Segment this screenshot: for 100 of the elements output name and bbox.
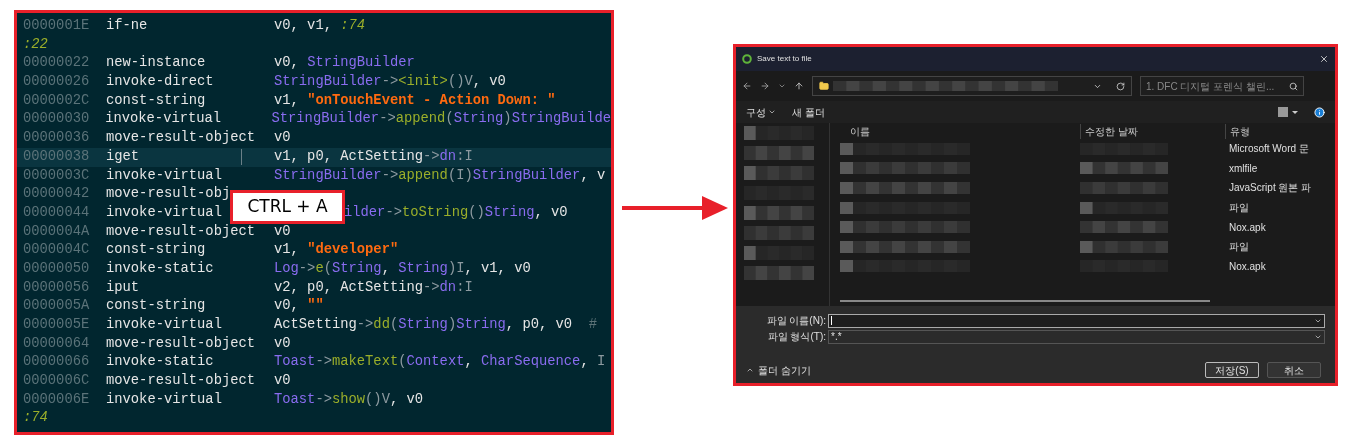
line-address: 0000004C [23,241,91,260]
operands: v1, "developer" [274,241,399,260]
operands: v0, StringBuilder [274,54,415,73]
close-icon[interactable] [1319,54,1329,64]
pixelated-folder [744,206,814,220]
line-address: 0000005A [23,297,91,316]
up-icon[interactable] [794,81,804,91]
line-address: 00000064 [23,334,91,353]
back-icon[interactable] [742,81,752,91]
line-address: 00000042 [23,185,91,204]
text-cursor [241,149,242,166]
line-address: 00000038 [23,147,91,166]
operands: ilder->toString()String, v0 [344,203,568,222]
cancel-button[interactable]: 취소 [1267,362,1321,378]
opcode: invoke-virtual [106,390,222,409]
opcode: move-result-object [106,372,256,391]
operands: v1, p0, ActSetting->dn:I [274,147,473,166]
operands: v0 [274,129,291,148]
refresh-icon[interactable] [1116,81,1125,91]
line-address: 00000056 [23,278,91,297]
field-label: 파일 이름(N): [765,314,826,328]
opcode: invoke-static [106,353,214,372]
file-name-field[interactable] [828,313,1325,328]
line-address: 00000044 [23,203,91,222]
field-label: 파일 형식(T): [766,330,826,344]
opcode: move-result-object [106,129,256,148]
code-label: :74 [23,410,48,426]
folder-icon [819,81,829,91]
operands: v0, "" [274,297,324,316]
column-header[interactable]: 이름 [830,123,1080,139]
opcode: move-result-object [106,334,256,353]
opcode: new-instance [106,54,206,73]
operands: v0 [274,222,291,241]
app-icon [742,54,752,64]
search-icon [1289,81,1298,91]
opcode: iget [106,147,140,166]
operands: v0, v1, :74 [274,17,366,35]
pixelated-folder [744,226,814,240]
line-address: 0000003C [23,166,91,185]
window-title: Save text to file [757,53,812,65]
operands: Log->e(String, String)I, v1, v0 [274,259,531,278]
column-header[interactable]: 수정한 날짜 [1080,123,1225,139]
line-address: 0000006C [23,372,91,391]
shortcut-callout: CTRL + A [230,190,345,224]
opcode: if-ne [106,17,148,35]
opcode: invoke-virtual [106,316,222,334]
operands: v0 [274,334,291,353]
line-address: 0000005E [23,316,91,334]
hide-folders-button[interactable]: 폴더 숨기기 [746,362,811,378]
column-header[interactable]: 유형 [1225,123,1250,139]
opcode: const-string [106,241,206,260]
opcode: iput [106,278,140,297]
line-address: 00000030 [23,110,91,129]
operands: StringBuilder->append(String)StringBuilde [271,110,611,129]
help-icon[interactable] [1314,106,1325,118]
file-type: JavaScript 원본 파 [1228,181,1312,196]
pixelated-folder [744,146,814,160]
opcode: const-string [106,91,206,110]
opcode: invoke-static [106,259,214,278]
view-options-icon[interactable] [1278,107,1298,117]
caret-icon [768,108,776,116]
line-address: 00000022 [23,54,91,73]
operands: StringBuilder->append(I)StringBuilder, v [274,166,606,185]
pixelated-folder [744,166,814,180]
operands: Toast->show()V, v0 [274,390,424,409]
search-field[interactable]: 1. DFC 디지털 포렌식 챌린... [1140,76,1304,96]
line-address: 00000036 [23,129,91,148]
line-address: 0000002C [23,91,91,110]
file-type: xmlfile [1228,161,1258,176]
pixelated-folder [744,126,814,140]
new-folder-button[interactable]: 새 폴더 [792,104,825,120]
file-type: Nox.apk [1228,259,1266,274]
line-address: 00000050 [23,259,91,278]
line-address: 0000006E [23,390,91,409]
opcode: move-result-obj [106,185,231,204]
line-address: 0000001E [23,17,91,35]
operands: v1, "onTouchEvent - Action Down: " [274,91,556,110]
opcode: const-string [106,297,206,316]
pixelated-folder [744,246,814,260]
file-type-dropdown[interactable]: *.* [828,329,1325,344]
opcode: invoke-direct [106,73,214,92]
forward-icon[interactable] [760,81,770,91]
save-button[interactable]: 저장(S) [1205,362,1259,378]
opcode: invoke-virtual [106,203,222,222]
chevron-up-icon [746,366,754,374]
history-icon[interactable] [778,82,786,90]
organize-menu[interactable]: 구성 [746,104,776,120]
opcode: move-result-object [106,222,256,241]
line-address: 0000004A [23,222,91,241]
file-type: 파일 [1228,240,1249,255]
file-type: Microsoft Word 문 [1228,142,1309,157]
opcode: invoke-virtual [105,110,222,129]
opcode: invoke-virtual [106,166,222,185]
operands: StringBuilder-><init>()V, v0 [274,73,506,92]
operands: ActSetting->dd(String)String, p0, v0 # [274,316,597,334]
line-address: 00000066 [23,353,91,372]
operands: Toast->makeText(Context, CharSequence, I [274,353,606,372]
arrow-icon [622,196,728,220]
code-label: :22 [23,36,48,52]
operands: v2, p0, ActSetting->dn:I [274,278,473,297]
